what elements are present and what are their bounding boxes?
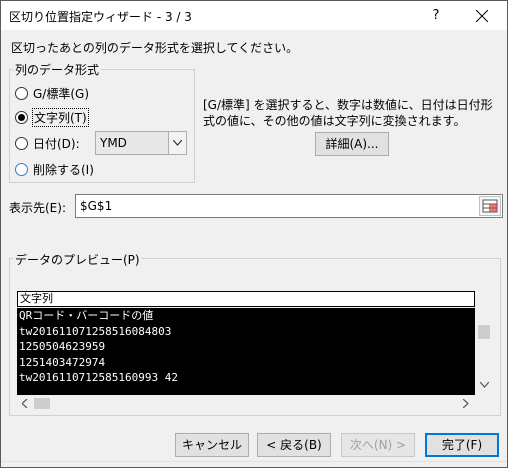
horizontal-scroll-thumb[interactable] <box>34 398 50 409</box>
chevron-down-icon <box>173 140 182 146</box>
window-title: 区切り位置指定ウィザード - 3 / 3 <box>9 10 192 24</box>
vertical-scroll-thumb[interactable] <box>478 325 490 339</box>
close-button[interactable] <box>459 4 505 28</box>
scroll-left-icon[interactable] <box>22 399 28 408</box>
preview-row: 1251403472974 <box>19 355 106 369</box>
horizontal-scrollbar[interactable] <box>17 395 475 412</box>
radio-general-circle[interactable] <box>15 86 28 100</box>
radio-text[interactable]: 文字列(T) <box>15 107 89 127</box>
help-button[interactable]: ? <box>413 4 459 28</box>
radio-date-circle[interactable] <box>15 136 28 150</box>
destination-input[interactable]: $G$1 <box>75 194 503 218</box>
radio-text-label: 文字列(T) <box>32 107 89 127</box>
radio-general-label: G/標準(G) <box>33 86 90 101</box>
finish-button[interactable]: 完了(F) <box>425 433 499 457</box>
divider <box>1 461 507 462</box>
format-description: [G/標準] を選択すると、数字は数値に、日付は日付形式の値に、その他の値は文字… <box>203 98 493 128</box>
radio-skip-label: 削除する(I) <box>33 162 94 177</box>
date-format-select[interactable]: YMD <box>95 131 187 155</box>
next-button[interactable]: 次へ(N) > <box>341 433 415 457</box>
instruction-text: 区切ったあとの列のデータ形式を選択してください。 <box>11 41 299 55</box>
radio-general[interactable]: G/標準(G) <box>15 84 89 102</box>
preview-row: tw20161107125851608480З <box>19 324 172 338</box>
close-icon <box>476 10 488 22</box>
preview-data[interactable]: QRコード・バーコードの値 tw20161107125851608480З 12… <box>17 308 475 395</box>
range-select-icon[interactable] <box>479 196 501 216</box>
preview-column-header[interactable]: 文字列 <box>17 291 475 307</box>
radio-skip-circle[interactable] <box>15 162 28 176</box>
preview-row: QRコード・バーコードの値 <box>19 309 154 322</box>
cancel-button[interactable]: キャンセル <box>175 433 249 457</box>
dropdown-button[interactable] <box>168 132 186 154</box>
destination-value: $G$1 <box>80 199 113 213</box>
scroll-down-icon[interactable] <box>480 382 489 388</box>
preview-row: 1250504623959 <box>19 340 106 353</box>
date-format-value: YMD <box>100 136 127 150</box>
wizard-dialog: 区切り位置指定ウィザード - 3 / 3 ? 区切ったあとの列のデータ形式を選択… <box>0 0 508 468</box>
format-group-legend: 列のデータ形式 <box>13 61 102 78</box>
back-button[interactable]: < 戻る(B) <box>257 433 331 457</box>
vertical-scrollbar[interactable] <box>475 308 493 395</box>
radio-text-circle[interactable] <box>15 110 28 124</box>
preview-row: tw2016110712585160993 42 <box>19 371 178 384</box>
radio-date[interactable]: 日付(D): <box>15 134 80 152</box>
radio-skip[interactable]: 削除する(I) <box>15 160 94 178</box>
detail-button[interactable]: 詳細(A)... <box>315 132 389 156</box>
scroll-right-icon[interactable] <box>463 399 469 408</box>
title-bar: 区切り位置指定ウィザード - 3 / 3 ? <box>1 1 507 30</box>
radio-date-label: 日付(D): <box>33 136 80 151</box>
destination-label: 表示先(E): <box>9 201 66 215</box>
preview-legend: データのプレビュー(P) <box>13 251 142 268</box>
